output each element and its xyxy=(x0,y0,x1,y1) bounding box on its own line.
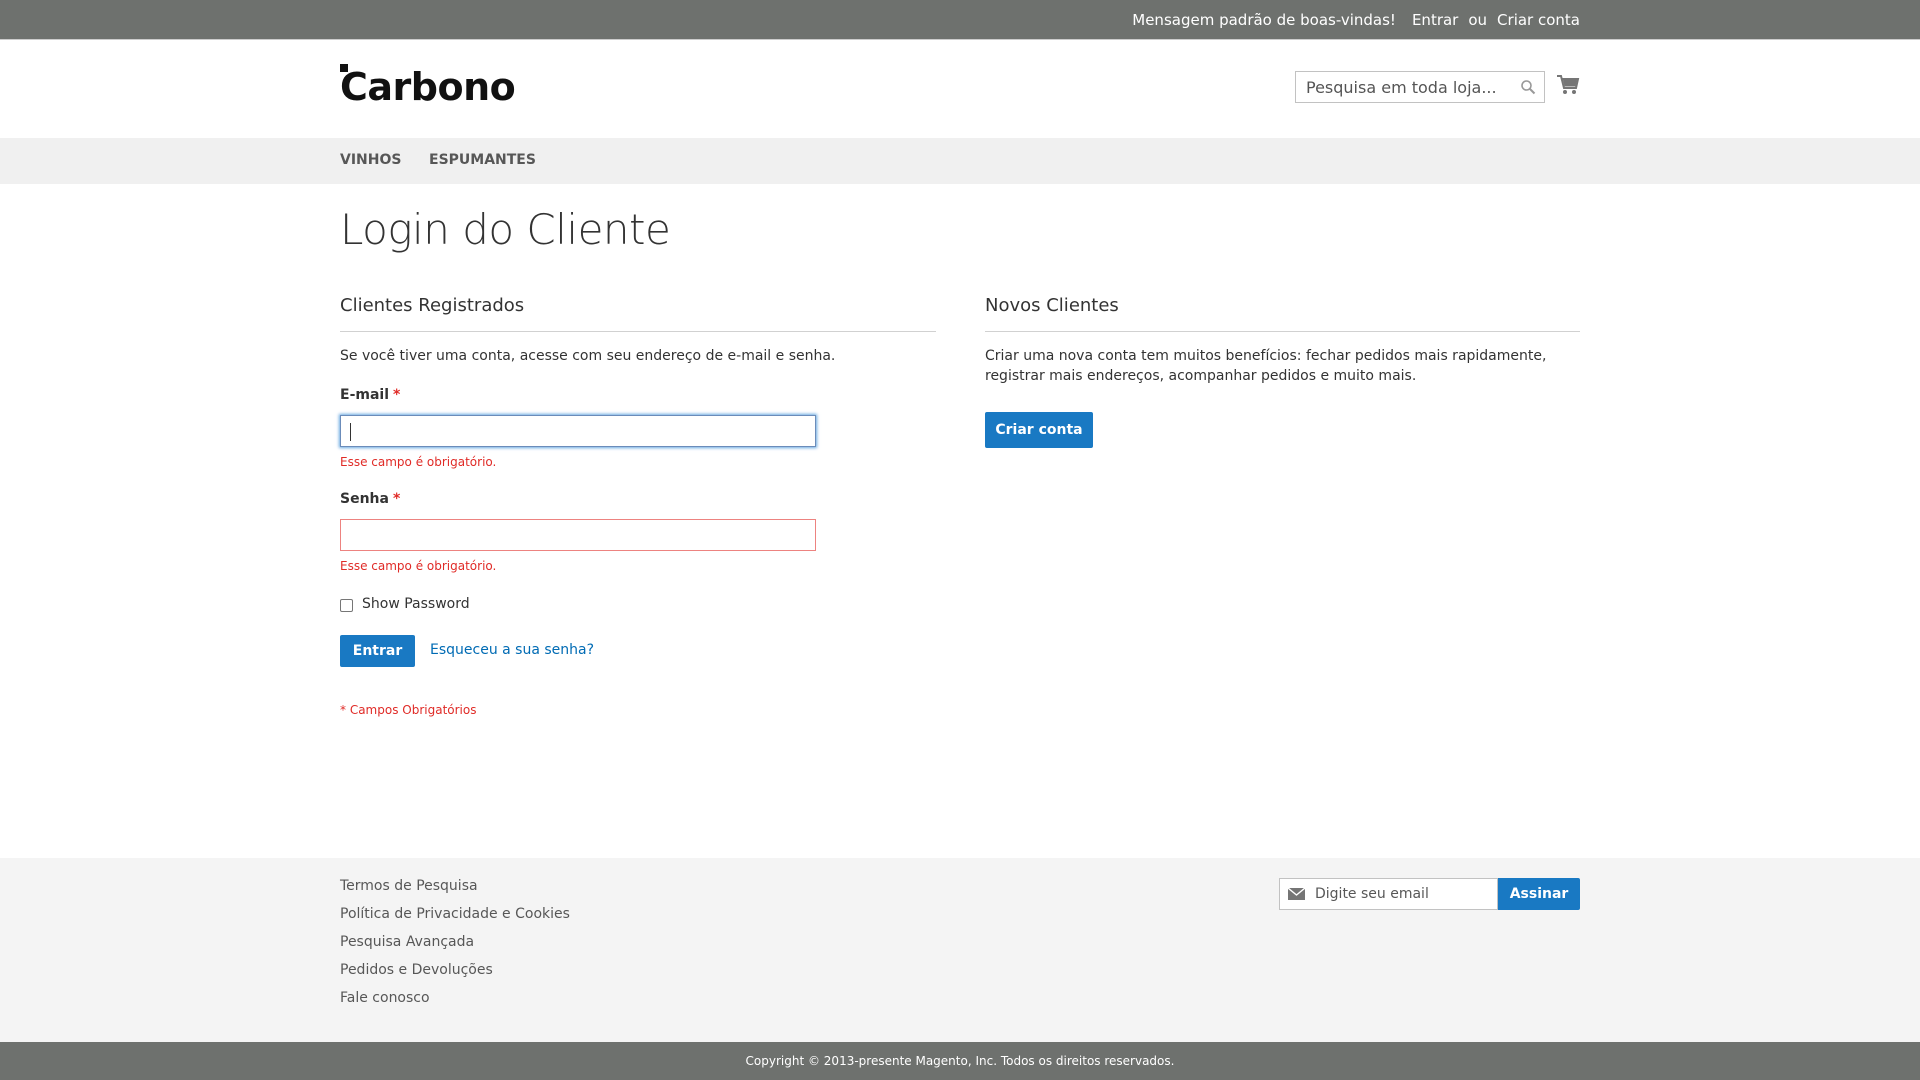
required-mark: * xyxy=(392,491,401,507)
logo-mark-icon xyxy=(340,64,348,72)
forgot-password-link[interactable]: Esqueceu a sua senha? xyxy=(430,642,594,658)
main-navigation: VINHOS ESPUMANTES xyxy=(0,138,1920,184)
signin-button[interactable]: Entrar xyxy=(340,635,415,667)
copyright-text: Copyright © 2013-presente Magento, Inc. … xyxy=(745,1054,1175,1068)
top-panel: Mensagem padrão de boas-vindas! Entrar o… xyxy=(0,0,1920,40)
create-account-link[interactable]: Criar conta xyxy=(1497,11,1580,29)
email-label-text: E-mail xyxy=(340,387,390,403)
new-customers-text-line2: registrar mais endereços, acompanhar ped… xyxy=(985,368,1417,384)
footer-link-orders-returns[interactable]: Pedidos e Devoluções xyxy=(340,962,493,978)
signin-link[interactable]: Entrar xyxy=(1412,11,1458,29)
required-mark: * xyxy=(393,387,401,403)
password-label: Senha * xyxy=(340,491,400,507)
newsletter-field[interactable] xyxy=(1279,878,1498,910)
registered-divider xyxy=(340,331,936,332)
welcome-message: Mensagem padrão de boas-vindas! xyxy=(1132,11,1396,29)
footer-link-privacy[interactable]: Política de Privacidade e Cookies xyxy=(340,906,570,922)
newsletter-input[interactable] xyxy=(1315,879,1495,909)
footer-link-contact[interactable]: Fale conosco xyxy=(340,990,430,1006)
nav-item-vinhos[interactable]: VINHOS xyxy=(340,152,401,168)
footer-link-search-terms[interactable]: Termos de Pesquisa xyxy=(340,878,478,894)
search-icon[interactable] xyxy=(1520,79,1536,95)
page-title: Login do Cliente xyxy=(340,205,671,254)
new-customers-divider xyxy=(985,331,1580,332)
nav-item-espumantes[interactable]: ESPUMANTES xyxy=(429,152,536,168)
create-account-button[interactable]: Criar conta xyxy=(985,412,1093,448)
registered-intro: Se você tiver uma conta, acesse com seu … xyxy=(340,348,836,364)
text-caret xyxy=(350,423,351,441)
logo[interactable]: Carbono xyxy=(340,64,516,110)
required-fields-note: * Campos Obrigatórios xyxy=(340,703,477,717)
email-field[interactable] xyxy=(340,415,816,447)
logo-text: Carbono xyxy=(340,65,516,109)
password-error: Esse campo é obrigatório. xyxy=(340,559,497,573)
footer-link-advanced-search[interactable]: Pesquisa Avançada xyxy=(340,934,474,950)
header: Carbono xyxy=(0,40,1920,138)
email-error: Esse campo é obrigatório. xyxy=(340,455,497,469)
footer: Termos de Pesquisa Política de Privacida… xyxy=(0,858,1920,1042)
subscribe-button[interactable]: Assinar xyxy=(1498,878,1580,910)
show-password-label[interactable]: Show Password xyxy=(362,596,470,612)
cart-icon[interactable] xyxy=(1556,74,1580,96)
registered-customers-title: Clientes Registrados xyxy=(340,295,525,316)
search-box[interactable] xyxy=(1295,71,1545,103)
or-text: ou xyxy=(1468,11,1488,29)
copyright-bar: Copyright © 2013-presente Magento, Inc. … xyxy=(0,1042,1920,1080)
email-label: E-mail * xyxy=(340,387,400,403)
top-links: Mensagem padrão de boas-vindas! Entrar o… xyxy=(1132,0,1580,40)
new-customers-text-line1: Criar uma nova conta tem muitos benefíci… xyxy=(985,348,1547,364)
new-customers-title: Novos Clientes xyxy=(985,295,1119,316)
password-field[interactable] xyxy=(340,519,816,551)
show-password-checkbox[interactable] xyxy=(340,599,353,612)
search-input[interactable] xyxy=(1296,72,1506,102)
envelope-icon xyxy=(1288,888,1305,900)
password-label-text: Senha xyxy=(340,491,389,507)
